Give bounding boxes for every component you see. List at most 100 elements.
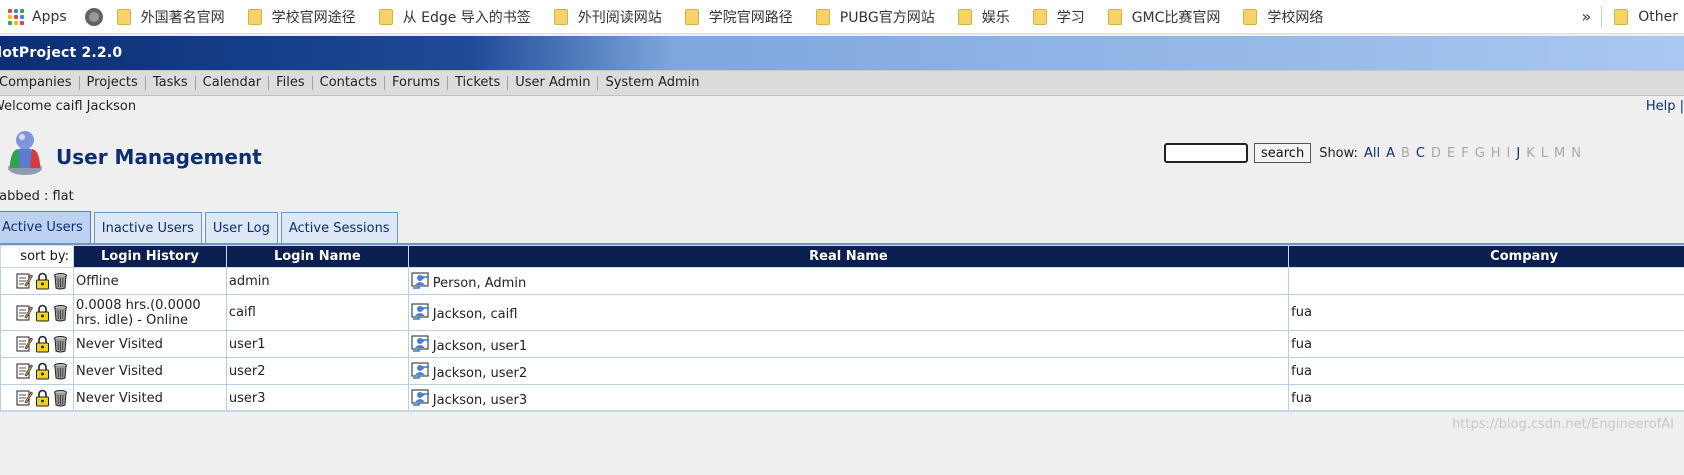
nav-item-calendar[interactable]: Calendar [196,76,270,90]
table-row: Never Visited user1 Jackson, user1 fua [0,330,1684,358]
edit-icon[interactable] [16,389,33,407]
apps-label: Apps [32,8,67,25]
bookmark-folder[interactable]: GMC比赛官网 [1107,0,1220,33]
col-company[interactable]: Company [1288,245,1684,268]
tab-inactive-users[interactable]: Inactive Users [93,212,202,243]
trash-icon[interactable] [52,272,69,290]
bookmarks-overflow-chevron[interactable]: » [1571,7,1601,26]
login-name-cell[interactable]: user3 [225,384,409,412]
company-cell[interactable]: fua [1288,357,1684,385]
search-area: search Show: All A B C D E F G H I J K L M N [1164,143,1581,163]
user-details-icon[interactable] [411,272,431,290]
real-name-text[interactable]: Jackson, caifl [433,307,518,322]
page-title: User Management [56,145,262,169]
user-details-icon[interactable] [411,303,431,321]
tab-active-users[interactable]: Active Users [0,211,91,243]
sort-by-label: sort by: [0,245,74,268]
user-details-icon[interactable] [411,335,431,353]
bookmark-folder[interactable]: 娱乐 [957,0,1010,33]
lock-icon[interactable] [34,272,51,290]
trash-icon[interactable] [52,304,69,322]
nav-item-tasks[interactable]: Tasks [146,76,196,90]
login-name-cell[interactable]: admin [225,267,409,295]
bookmark-folder[interactable]: 外国著名官网 [116,0,225,33]
search-input[interactable] [1164,143,1248,163]
real-name-text[interactable]: Jackson, user2 [433,366,527,381]
bookmark-folder[interactable]: 学校官网途径 [247,0,356,33]
real-name-cell[interactable]: Jackson, caifl [407,294,1290,331]
real-name-cell[interactable]: Jackson, user3 [407,384,1290,412]
bookmark-folder[interactable]: 学校网络 [1243,0,1323,33]
nav-item-contacts[interactable]: Contacts [313,76,386,90]
login-name-cell[interactable]: user2 [225,357,409,385]
real-name-cell[interactable]: Person, Admin [407,267,1290,295]
bookmark-folder[interactable]: 学院官网路径 [684,0,793,33]
table-row: Never Visited user2 Jackson, user2 fua [0,357,1684,385]
login-name-cell[interactable]: user1 [225,330,409,358]
search-button[interactable]: search [1254,143,1312,163]
login-history-cell: Never Visited [72,330,227,358]
globe-icon[interactable] [84,7,103,26]
col-login-name[interactable]: Login Name [225,245,409,268]
lock-icon[interactable] [34,362,51,380]
folder-icon [247,8,262,25]
letter-filter-a[interactable]: A [1386,146,1395,161]
edit-icon[interactable] [16,272,33,290]
folder-icon [684,8,699,25]
bookmark-folder[interactable]: 外刊阅读网站 [553,0,662,33]
lock-icon[interactable] [34,389,51,407]
login-history-cell: 0.0008 hrs.(0.0000 hrs. idle) - Online [72,294,227,331]
bookmark-folder-label: 外国著名官网 [140,9,225,26]
bookmark-folder-other[interactable]: Other [1614,0,1678,33]
letter-filter-all[interactable]: All [1364,146,1380,161]
nav-item-system-admin[interactable]: System Admin [598,76,706,90]
edit-icon[interactable] [16,304,33,322]
table-row: 0.0008 hrs.(0.0000 hrs. idle) - Online ca… [0,294,1684,331]
bookmark-folder[interactable]: 学习 [1032,0,1085,33]
user-details-icon[interactable] [411,389,431,407]
trash-icon[interactable] [52,335,69,353]
real-name-cell[interactable]: Jackson, user2 [407,357,1290,385]
nav-item-files[interactable]: Files [269,76,313,90]
real-name-text[interactable]: Person, Admin [433,276,526,291]
trash-icon[interactable] [52,389,69,407]
tabbed-flat-toggle[interactable]: tabbed : flat [0,189,74,204]
col-real-name[interactable]: Real Name [407,245,1290,268]
tab-user-log[interactable]: User Log [204,212,278,243]
help-link[interactable]: Help | [1646,99,1684,114]
real-name-text[interactable]: Jackson, user1 [433,339,527,354]
letter-filter-c[interactable]: C [1416,146,1425,161]
nav-item-companies[interactable]: Companies [0,76,80,90]
real-name-cell[interactable]: Jackson, user1 [407,330,1290,358]
row-actions [0,384,74,412]
folder-icon [815,8,830,25]
nav-item-forums[interactable]: Forums [385,76,449,90]
tab-active-sessions[interactable]: Active Sessions [280,212,398,243]
bookmark-folder[interactable]: 从 Edge 导入的书签 [378,0,531,33]
nav-item-user-admin[interactable]: User Admin [508,76,599,90]
table-row: Never Visited user3 Jackson, user3 fua [0,384,1684,412]
lock-icon[interactable] [34,304,51,322]
bookmark-folder[interactable]: PUBG官方网站 [815,0,935,33]
col-login-history[interactable]: Login History [72,245,227,268]
watermark-text: https://blog.csdn.net/EngineerofAI [1452,417,1674,432]
lock-icon[interactable] [34,335,51,353]
apps-shortcut[interactable]: Apps [0,0,67,33]
edit-icon[interactable] [16,335,33,353]
folder-icon [1614,8,1629,25]
edit-icon[interactable] [16,362,33,380]
company-cell[interactable]: fua [1288,384,1684,412]
letter-filter-h: H [1490,145,1501,161]
real-name-text[interactable]: Jackson, user3 [433,393,527,408]
company-cell[interactable] [1288,267,1684,295]
user-tabs: Active Users Inactive Users User Log Active… [0,211,401,243]
user-details-icon[interactable] [411,362,431,380]
nav-item-projects[interactable]: Projects [80,76,146,90]
company-cell[interactable]: fua [1288,294,1684,331]
folder-icon [116,8,131,25]
login-name-cell[interactable]: caifl [225,294,409,331]
company-cell[interactable]: fua [1288,330,1684,358]
nav-item-tickets[interactable]: Tickets [448,76,509,90]
trash-icon[interactable] [52,362,69,380]
letter-filter-j[interactable]: J [1516,146,1520,161]
